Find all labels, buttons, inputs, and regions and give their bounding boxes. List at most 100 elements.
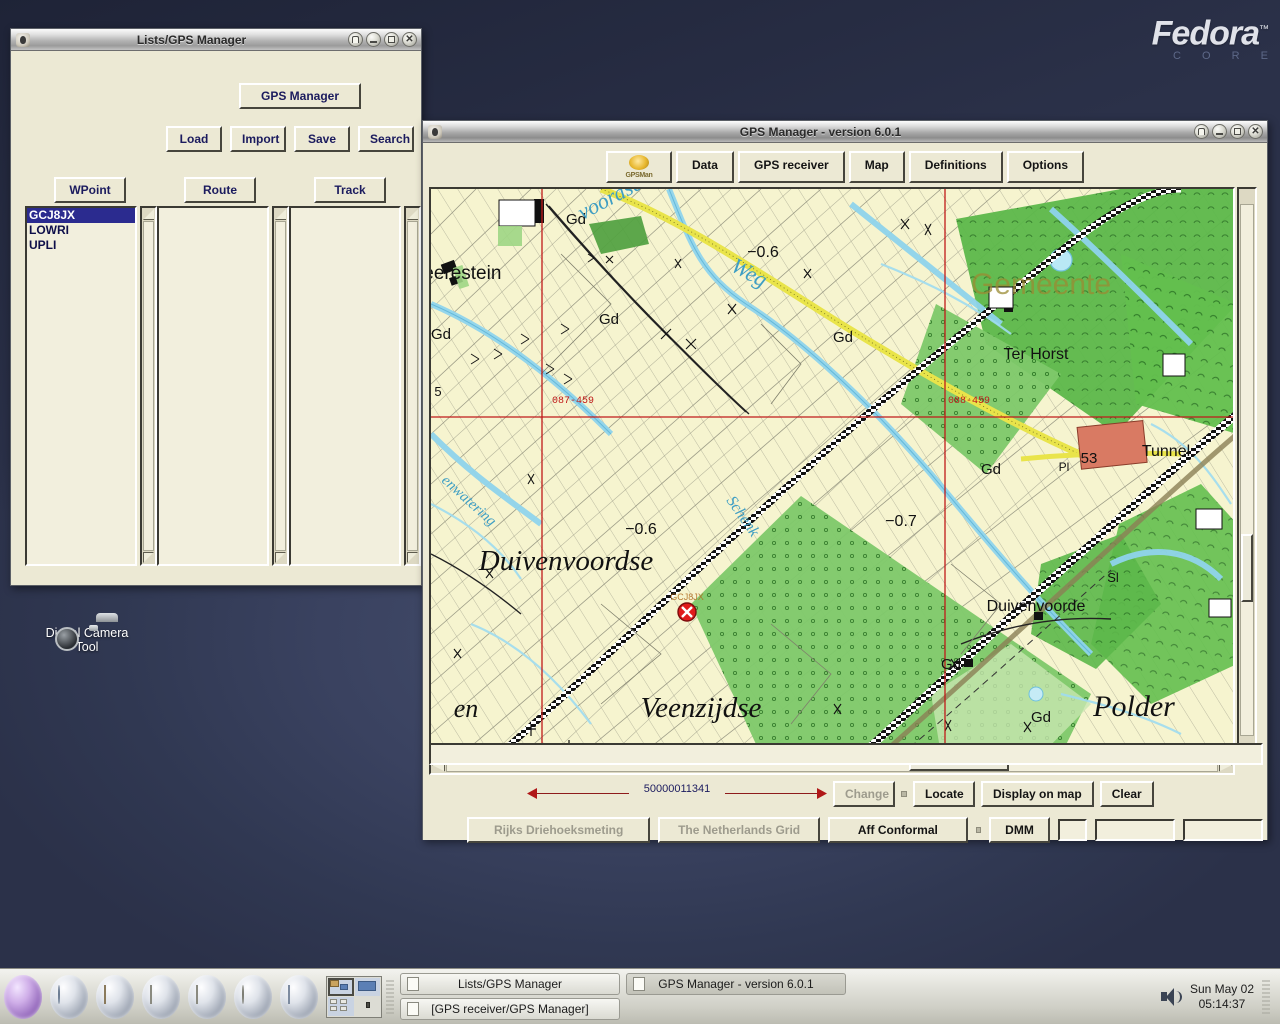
wpoint-listbox[interactable]: GCJ8JX LOWRI UPLI [25,206,137,566]
speaker-icon[interactable] [1160,987,1182,1007]
scroll-up-icon[interactable] [407,209,418,220]
close-button[interactable]: ✕ [1248,124,1263,139]
scrollbar-trough[interactable] [1240,204,1254,736]
track-scrollbar[interactable] [404,206,421,566]
workspace-1[interactable] [328,977,354,996]
gps-manager-window[interactable]: GPS Manager - version 6.0.1 ✕ GPSMan Dat… [422,120,1268,843]
shade-button[interactable] [1194,124,1209,139]
panel-handle[interactable] [386,979,394,1014]
map-label: 087-459 [552,396,594,407]
scroll-up-icon[interactable] [143,209,154,220]
minimize-button[interactable] [1212,124,1227,139]
map-vertical-scrollbar[interactable] [1237,187,1257,753]
measure-row: 50000011341 Change Locate Display on map… [429,779,1263,807]
shade-button[interactable] [348,32,363,47]
scrollbar-trough[interactable] [143,221,154,551]
launcher-drawing[interactable] [232,974,274,1020]
map-label: Beerestein [431,263,501,284]
gpsman-logo-icon: GPSMan [620,155,658,179]
workspace-2[interactable] [354,977,380,996]
save-button[interactable]: Save [294,126,350,152]
route-tab-button[interactable]: Route [184,177,256,203]
arrow-left-icon [527,788,537,799]
scroll-up-icon[interactable] [275,209,286,220]
taskbar-item-gps-manager[interactable]: GPS Manager - version 6.0.1 [626,973,846,995]
wpoint-tab-button[interactable]: WPoint [54,177,126,203]
close-button[interactable]: ✕ [402,32,417,47]
map-label: Veenzijdse [641,692,762,724]
gps-window-titlebar[interactable]: GPS Manager - version 6.0.1 ✕ [423,121,1267,143]
workspace-4[interactable] [354,997,380,1016]
netherlands-grid-button[interactable]: The Netherlands Grid [658,817,820,843]
wpoint-scrollbar[interactable] [140,206,157,566]
scroll-down-icon[interactable] [275,552,286,563]
start-menu-button[interactable] [2,974,44,1020]
launcher-email-client[interactable] [94,974,136,1020]
tab-options[interactable]: Options [1006,151,1085,183]
taskbar-item-lists-gps-manager[interactable]: Lists/GPS Manager [400,973,620,995]
topographic-map[interactable]: GCJ8JX BeeresteinGdGdGdGdGdGdGdvoordseWe… [431,189,1235,753]
map-canvas[interactable]: GCJ8JX BeeresteinGdGdGdGdGdGdGdvoordseWe… [429,187,1235,753]
track-column [289,206,421,566]
search-button[interactable]: Search [358,126,414,152]
clock[interactable]: Sun May 02 05:14:37 [1190,982,1254,1012]
taskbar-item-gps-receiver[interactable]: [GPS receiver/GPS Manager] [400,998,620,1020]
maximize-button[interactable] [384,32,399,47]
launcher-text-editor[interactable] [140,974,182,1020]
track-tab-button[interactable]: Track [314,177,386,203]
scroll-up-icon[interactable] [1241,190,1254,203]
tab-data[interactable]: Data [675,151,734,183]
list-item[interactable]: UPLI [27,238,135,253]
desktop-icon-label-line1: Digital Camera [45,626,129,640]
aff-conformal-button[interactable]: Aff Conformal [827,817,968,843]
launcher-printer[interactable] [278,974,320,1020]
load-button[interactable]: Load [166,126,222,152]
launcher-presentation[interactable] [186,974,228,1020]
workspace-switcher[interactable] [326,975,382,1018]
projection-row: Rijks Driehoeksmeting The Netherlands Gr… [429,807,1263,843]
desktop-icon-label-line2: Tool [75,640,99,654]
gps-manager-header-button[interactable]: GPS Manager [239,83,361,109]
track-listbox[interactable] [289,206,401,566]
maximize-button[interactable] [1230,124,1245,139]
clear-button[interactable]: Clear [1099,781,1154,807]
lists-window-titlebar[interactable]: Lists/GPS Manager ✕ [11,29,421,51]
display-on-map-button[interactable]: Display on map [981,781,1094,807]
separator [901,791,907,797]
scrollbar-trough[interactable] [407,221,418,551]
coord-field-2[interactable] [1094,819,1175,841]
locate-button[interactable]: Locate [913,781,975,807]
route-scrollbar[interactable] [272,206,289,566]
clock-time: 05:14:37 [1198,996,1246,1011]
tab-map[interactable]: Map [848,151,905,183]
window-menu-icon[interactable] [427,124,443,140]
minimize-button[interactable] [366,32,381,47]
coord-field-3[interactable] [1182,819,1263,841]
gpsman-logo-button[interactable]: GPSMan [605,151,672,183]
change-button[interactable]: Change [833,781,895,807]
import-button[interactable]: Import [230,126,286,152]
route-listbox[interactable] [157,206,269,566]
status-field[interactable] [429,743,1263,765]
tab-gps-receiver[interactable]: GPS receiver [737,151,845,183]
lists-window-title: Lists/GPS Manager [136,32,247,47]
launcher-web-browser[interactable] [48,974,90,1020]
list-item[interactable]: LOWRI [27,223,135,238]
dmm-button[interactable]: DMM [989,817,1050,843]
window-icon [407,1002,419,1016]
rijks-driehoeksmeting-button[interactable]: Rijks Driehoeksmeting [467,817,651,843]
scroll-down-icon[interactable] [143,552,154,563]
wpoint-column: GCJ8JX LOWRI UPLI [25,206,157,566]
scroll-down-icon[interactable] [407,552,418,563]
tab-definitions[interactable]: Definitions [908,151,1003,183]
panel-handle[interactable] [1262,979,1270,1014]
map-label: Gemeente [971,268,1111,301]
window-menu-icon[interactable] [15,32,31,48]
workspace-3[interactable] [328,997,354,1016]
coord-field-1[interactable] [1057,819,1087,841]
scrollbar-trough[interactable] [275,221,286,551]
scrollbar-thumb[interactable] [1241,533,1253,603]
lists-gps-manager-window[interactable]: Lists/GPS Manager ✕ GPS Manager Load Imp… [10,28,422,586]
list-item[interactable]: GCJ8JX [27,208,135,223]
desktop-icon-digital-camera-tool[interactable]: Digital Camera Tool [27,620,147,654]
